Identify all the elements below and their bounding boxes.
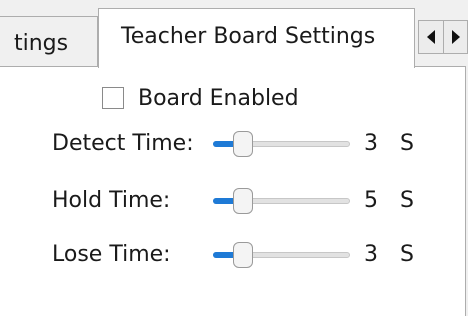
tab-scroll-right-button[interactable] bbox=[444, 21, 468, 53]
tab-label: tings bbox=[14, 31, 69, 56]
tab-settings[interactable]: tings bbox=[0, 16, 98, 66]
lose-time-unit: S bbox=[400, 242, 414, 267]
detect-time-label: Detect Time: bbox=[52, 131, 194, 156]
board-enabled-label: Board Enabled bbox=[138, 85, 299, 111]
detect-time-row: Detect Time: 3 S bbox=[0, 129, 466, 159]
triangle-left-icon bbox=[427, 30, 435, 44]
board-enabled-row: Board Enabled bbox=[102, 83, 299, 113]
detect-time-slider-thumb[interactable] bbox=[233, 131, 254, 157]
detect-time-value: 3 bbox=[364, 131, 378, 156]
tab-strip: tings Teacher Board Settings bbox=[0, 0, 468, 68]
hold-time-slider-thumb[interactable] bbox=[233, 188, 254, 214]
tab-label: Teacher Board Settings bbox=[121, 24, 376, 49]
tab-teacher-board-settings[interactable]: Teacher Board Settings bbox=[98, 8, 415, 68]
lose-time-row: Lose Time: 3 S bbox=[0, 240, 466, 270]
triangle-right-icon bbox=[452, 30, 460, 44]
lose-time-value: 3 bbox=[364, 242, 378, 267]
lose-time-slider-thumb[interactable] bbox=[233, 242, 254, 268]
lose-time-label: Lose Time: bbox=[52, 242, 171, 267]
hold-time-label: Hold Time: bbox=[52, 188, 171, 213]
hold-time-row: Hold Time: 5 S bbox=[0, 186, 466, 216]
tab-scroll-left-button[interactable] bbox=[419, 21, 444, 53]
settings-panel: Board Enabled Detect Time: 3 S Hold Time… bbox=[0, 66, 466, 316]
hold-time-unit: S bbox=[400, 188, 414, 213]
board-enabled-checkbox[interactable] bbox=[102, 87, 124, 109]
detect-time-unit: S bbox=[400, 131, 414, 156]
tab-scroll-buttons bbox=[418, 20, 468, 54]
hold-time-value: 5 bbox=[364, 188, 378, 213]
